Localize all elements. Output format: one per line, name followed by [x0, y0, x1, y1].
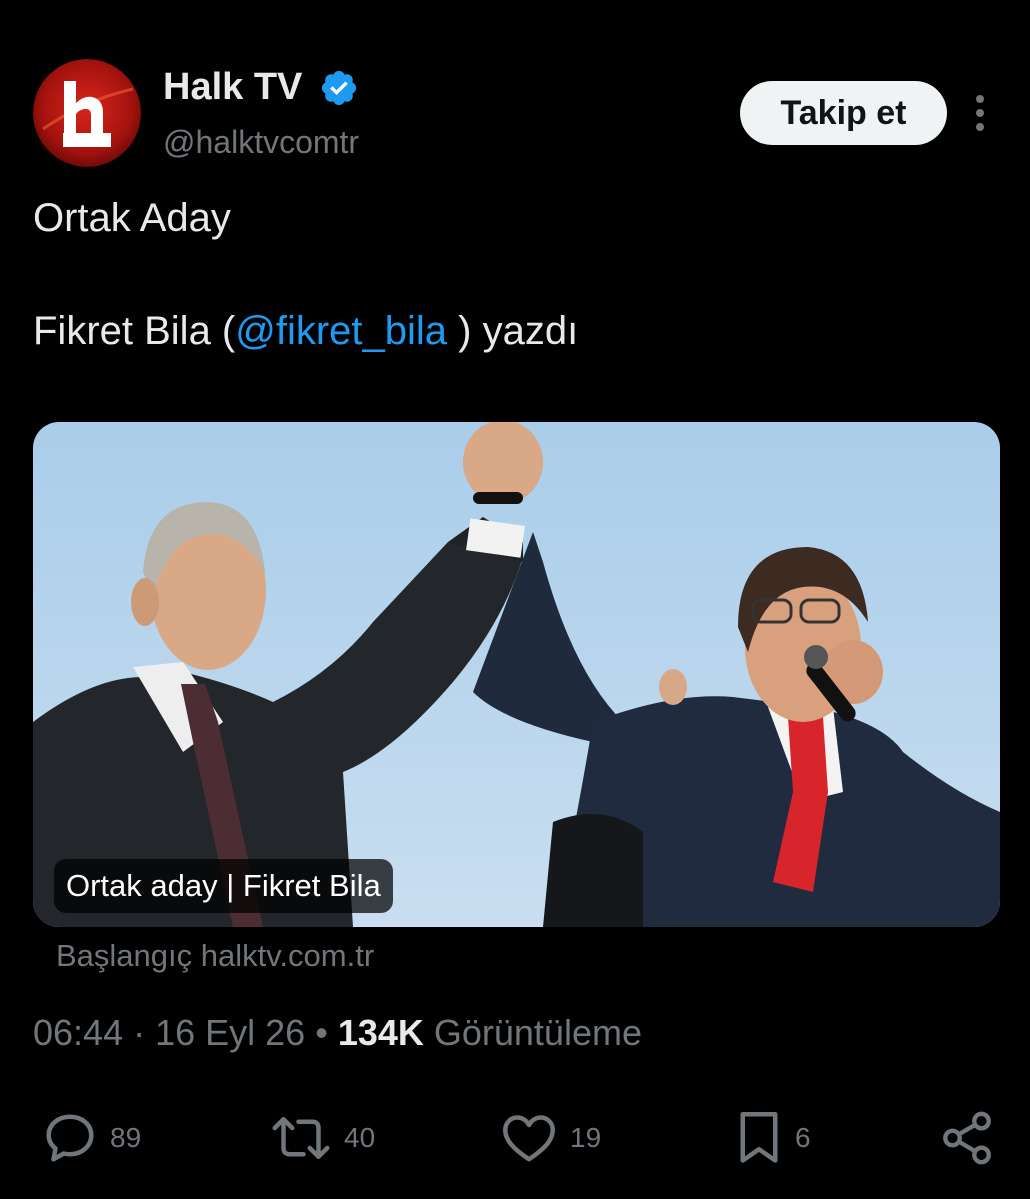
meta-dot: • [305, 1012, 338, 1053]
tweet-text: Fikret Bila (@fikret_bila ) yazdı [33, 305, 578, 357]
tweet-text-prefix: Fikret Bila ( [33, 309, 236, 353]
display-name[interactable]: Halk TV [163, 64, 302, 110]
bookmark-count: 6 [795, 1122, 811, 1153]
more-vertical-icon[interactable] [963, 92, 997, 134]
reply-icon [46, 1114, 94, 1162]
meta-separator: · [123, 1012, 156, 1053]
like-button[interactable]: 19 [498, 1108, 601, 1168]
share-icon [943, 1111, 991, 1165]
tweet-text-suffix: ) yazdı [447, 309, 579, 353]
retweet-count: 40 [344, 1122, 376, 1153]
link-card[interactable]: Ortak aday | Fikret Bila [33, 422, 1000, 927]
reply-button[interactable]: 89 [40, 1108, 141, 1168]
like-count: 19 [570, 1122, 602, 1153]
heart-icon [503, 1115, 555, 1162]
card-caption: Ortak aday | Fikret Bila [54, 859, 393, 913]
tweet-meta: 06:44 · 16 Eyl 26 • 134K Görüntüleme [33, 1009, 642, 1057]
tweet-date[interactable]: 16 Eyl 26 [155, 1012, 305, 1053]
tweet-title: Ortak Aday [33, 196, 231, 240]
tweet-time[interactable]: 06:44 [33, 1012, 123, 1053]
card-source[interactable]: Başlangıç halktv.com.tr [56, 934, 374, 978]
mention-link[interactable]: @fikret_bila [235, 309, 447, 353]
bookmark-icon [740, 1112, 778, 1163]
handle[interactable]: @halktvcomtr [163, 120, 359, 164]
card-image [33, 422, 1000, 927]
views-label: Görüntüleme [423, 1012, 642, 1053]
reply-count: 89 [110, 1122, 142, 1153]
views-count[interactable]: 134K [338, 1012, 424, 1053]
retweet-icon [272, 1117, 330, 1159]
bookmark-button[interactable]: 6 [733, 1108, 811, 1168]
follow-button[interactable]: Takip et [740, 81, 947, 145]
share-button[interactable] [938, 1108, 996, 1168]
verified-badge-icon [321, 70, 357, 106]
retweet-button[interactable]: 40 [268, 1108, 375, 1168]
avatar[interactable] [33, 59, 141, 167]
halk-tv-logo [33, 59, 141, 167]
